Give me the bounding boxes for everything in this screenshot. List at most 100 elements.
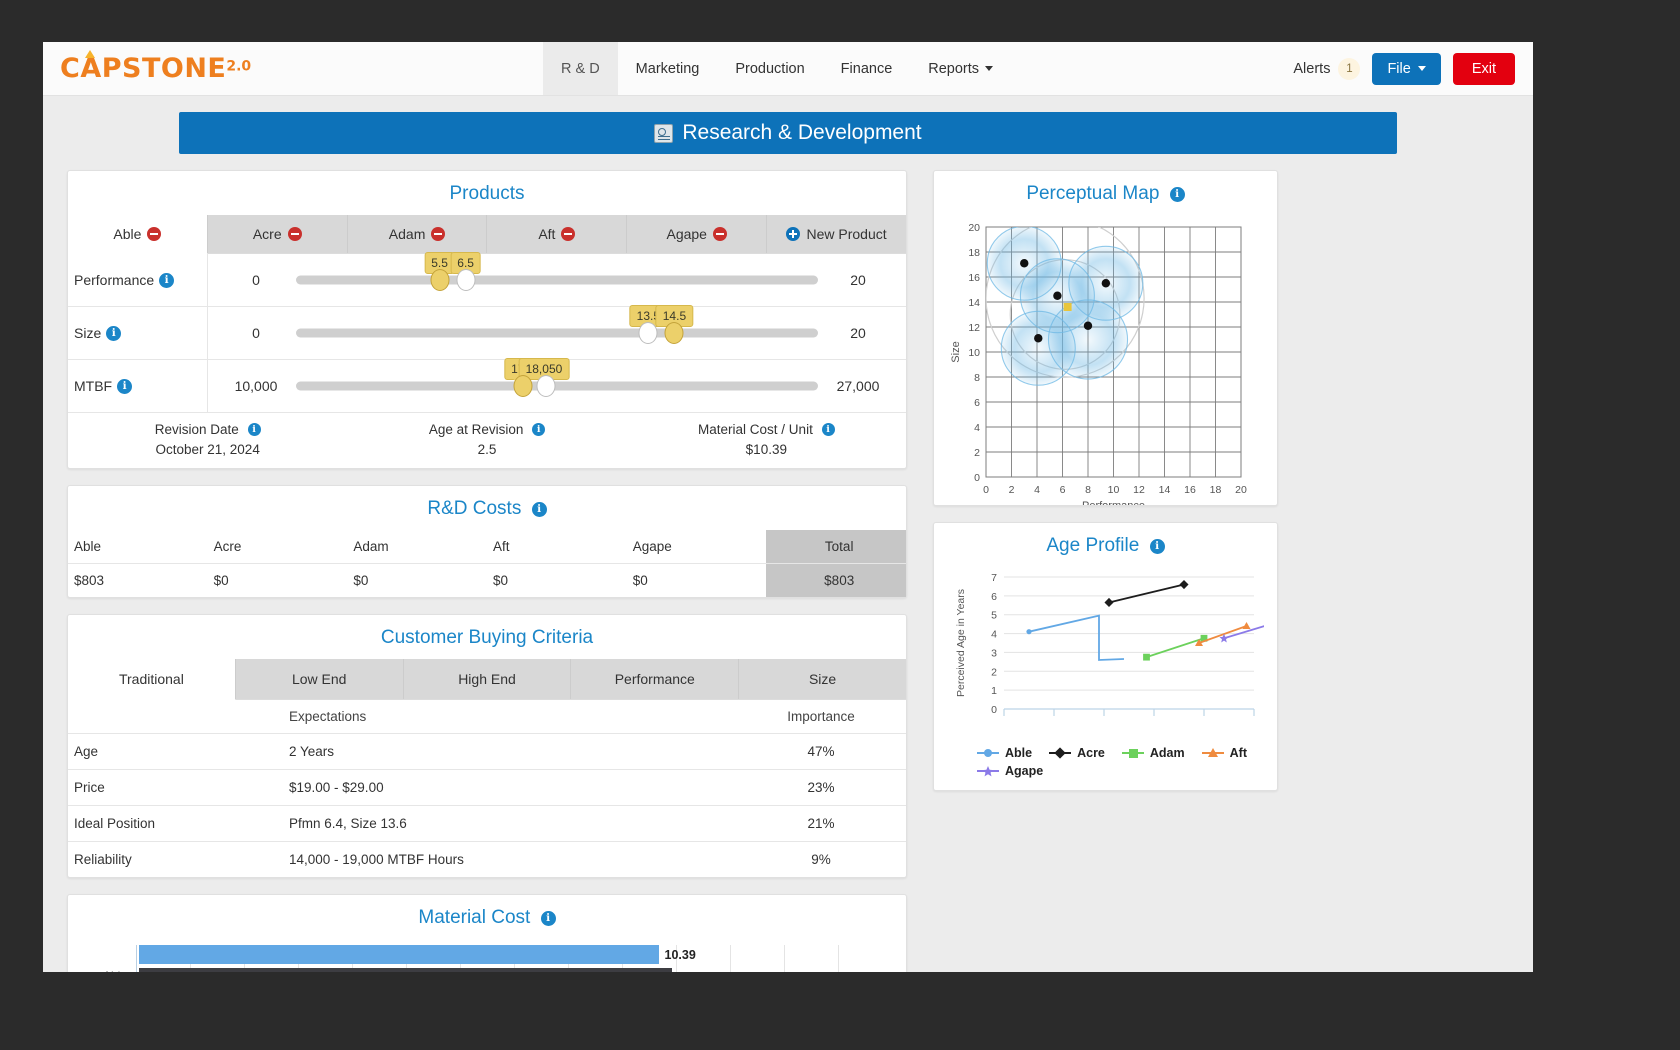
legend-item-agape[interactable]: Agape xyxy=(976,764,1043,778)
slider-body-performance: 0 5.5 6.5 20 xyxy=(208,254,906,306)
legend-item-aft[interactable]: Aft xyxy=(1201,746,1247,760)
table-row: Price $19.00 - $29.00 23% xyxy=(68,769,906,805)
material-cost-unit-block: Material Cost / Unit i $10.39 xyxy=(627,422,906,457)
cbc-criterion: Ideal Position xyxy=(68,806,283,841)
svg-text:0: 0 xyxy=(991,704,997,716)
minus-circle-icon[interactable] xyxy=(431,227,445,241)
legend-item-acre[interactable]: Acre xyxy=(1048,746,1105,760)
table-row: Reliability 14,000 - 19,000 MTBF Hours 9… xyxy=(68,841,906,877)
svg-text:10: 10 xyxy=(968,347,980,359)
cbc-expectation: $19.00 - $29.00 xyxy=(283,770,736,805)
slider-handle-current[interactable] xyxy=(639,322,658,344)
minus-circle-icon[interactable] xyxy=(561,227,575,241)
cbc-tab-size[interactable]: Size xyxy=(739,659,906,699)
slider-track-mtbf[interactable]: 17 18,050 xyxy=(296,360,818,412)
svg-text:6: 6 xyxy=(974,397,980,409)
legend-label: Aft xyxy=(1230,746,1247,760)
info-icon[interactable]: i xyxy=(1150,539,1165,554)
cbc-header-expectations: Expectations xyxy=(283,700,736,733)
bar-value-label: 10.39 xyxy=(665,948,696,962)
nav-item-production[interactable]: Production xyxy=(717,42,822,95)
rd-cost-adam: $0 xyxy=(347,564,487,597)
slider-label-performance: Performance i xyxy=(68,254,208,306)
rd-costs-col-able: Able xyxy=(68,530,208,563)
table-row: Ideal Position Pfmn 6.4, Size 13.6 21% xyxy=(68,805,906,841)
cbc-tab-low-end[interactable]: Low End xyxy=(236,659,404,699)
cbc-criterion: Price xyxy=(68,770,283,805)
info-icon[interactable]: i xyxy=(1170,187,1185,202)
slider-row-size: Size i 0 13.5 14.5 xyxy=(68,307,906,360)
age-profile-title: Age Profile i xyxy=(934,523,1277,567)
info-icon[interactable]: i xyxy=(106,326,121,341)
rd-costs-title: R&D Costs i xyxy=(68,486,906,530)
slider-handle-target[interactable] xyxy=(537,375,556,397)
slider-handle-target[interactable] xyxy=(456,269,475,291)
brand-logo[interactable]: CAPSTONE2.0 xyxy=(43,42,543,95)
nav-item-rd[interactable]: R & D xyxy=(543,42,618,95)
material-cost-unit-label: Material Cost / Unit xyxy=(698,422,813,437)
page-content: Research & Development Products Able Acr… xyxy=(43,96,1533,972)
slider-track-performance[interactable]: 5.5 6.5 xyxy=(296,254,818,306)
chevron-down-icon xyxy=(985,66,993,71)
slider-track-size[interactable]: 13.5 14.5 xyxy=(296,307,818,359)
cbc-tab-traditional[interactable]: Traditional xyxy=(68,659,236,700)
rd-cost-agape: $0 xyxy=(627,564,767,597)
legend-item-adam[interactable]: Adam xyxy=(1121,746,1185,760)
slider-body-mtbf: 10,000 17 18,050 27,000 xyxy=(208,360,906,412)
revision-date-label: Revision Date xyxy=(155,422,239,437)
file-menu-button[interactable]: File xyxy=(1372,53,1440,85)
legend-item-able[interactable]: Able xyxy=(976,746,1032,760)
svg-text:20: 20 xyxy=(968,222,980,234)
svg-text:7: 7 xyxy=(991,572,997,584)
product-tab-adam[interactable]: Adam xyxy=(348,215,488,253)
info-icon[interactable]: i xyxy=(541,911,556,926)
minus-circle-icon[interactable] xyxy=(288,227,302,241)
info-icon[interactable]: i xyxy=(117,379,132,394)
slider-label-mtbf: MTBF i xyxy=(68,360,208,412)
product-tab-acre[interactable]: Acre xyxy=(208,215,348,253)
product-tab-able[interactable]: Able xyxy=(68,215,208,254)
cbc-tab-high-end[interactable]: High End xyxy=(404,659,572,699)
age-at-revision-label: Age at Revision xyxy=(429,422,524,437)
product-tab-agape[interactable]: Agape xyxy=(627,215,767,253)
products-footer: Revision Date i October 21, 2024 Age at … xyxy=(68,413,906,468)
svg-text:16: 16 xyxy=(1184,484,1196,496)
exit-button[interactable]: Exit xyxy=(1453,53,1515,85)
tab-label: Able xyxy=(113,226,141,242)
svg-text:14: 14 xyxy=(968,297,980,309)
svg-text:Performance: Performance xyxy=(1082,500,1145,505)
cbc-importance: 47% xyxy=(736,734,906,769)
info-icon[interactable]: i xyxy=(248,423,261,436)
slider-handle-target[interactable] xyxy=(665,322,684,344)
nav-item-marketing[interactable]: Marketing xyxy=(618,42,718,95)
minus-circle-icon[interactable] xyxy=(147,227,161,241)
cbc-tab-performance[interactable]: Performance xyxy=(571,659,739,699)
alerts-count-badge: 1 xyxy=(1338,58,1360,80)
info-icon[interactable]: i xyxy=(159,273,174,288)
svg-text:18: 18 xyxy=(1210,484,1222,496)
info-icon[interactable]: i xyxy=(822,423,835,436)
slider-track-bar xyxy=(296,329,818,338)
top-navigation-bar: CAPSTONE2.0 R & D Marketing Production F… xyxy=(43,42,1533,96)
bar-revised: 10.65 xyxy=(139,968,892,972)
revision-date-value: October 21, 2024 xyxy=(68,442,347,457)
slider-handle-current[interactable] xyxy=(514,375,533,397)
info-icon[interactable]: i xyxy=(532,502,547,517)
title-text: Age Profile xyxy=(1046,535,1139,556)
nav-item-finance[interactable]: Finance xyxy=(823,42,911,95)
alerts-button[interactable]: Alerts 1 xyxy=(1293,58,1360,80)
svg-text:12: 12 xyxy=(968,322,980,334)
tab-label: Agape xyxy=(666,226,706,242)
product-tab-aft[interactable]: Aft xyxy=(487,215,627,253)
bar-fill xyxy=(139,945,659,964)
file-label: File xyxy=(1387,61,1410,77)
new-product-button[interactable]: New Product xyxy=(767,215,906,253)
info-icon[interactable]: i xyxy=(532,423,545,436)
slider-handle-current[interactable] xyxy=(430,269,449,291)
cbc-importance: 9% xyxy=(736,842,906,877)
minus-circle-icon[interactable] xyxy=(713,227,727,241)
svg-text:12: 12 xyxy=(1133,484,1145,496)
nav-item-reports[interactable]: Reports xyxy=(910,42,1011,95)
age-profile-svg: 01234567Perceived Age in Years xyxy=(946,569,1264,741)
main-columns: Products Able Acre Adam xyxy=(67,170,1509,972)
